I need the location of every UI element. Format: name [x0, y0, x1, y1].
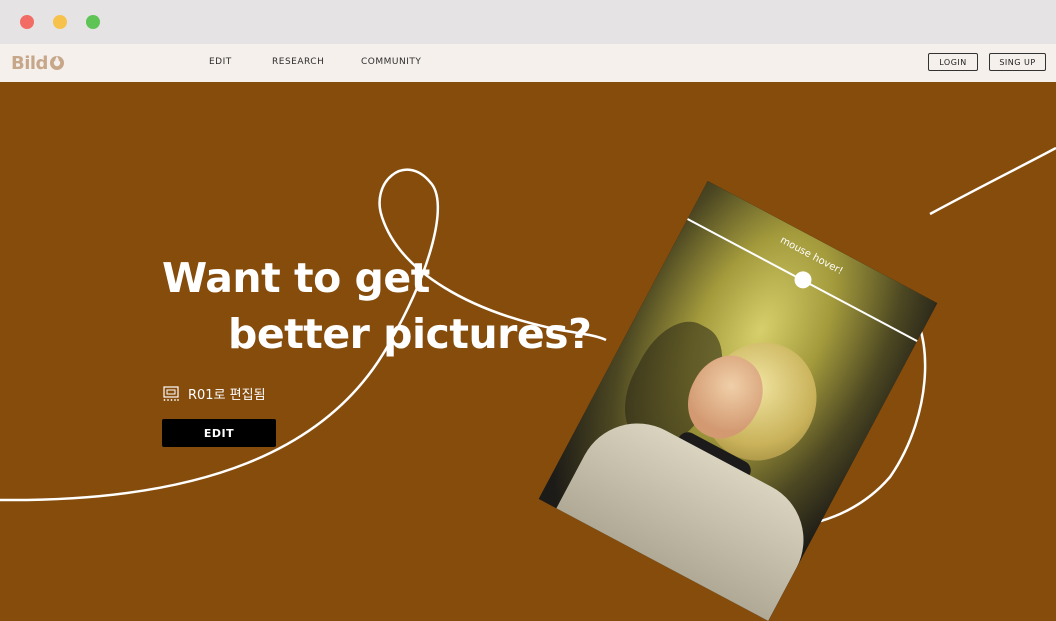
edit-info-text: R01로 편집됨 — [188, 388, 266, 403]
login-button[interactable]: LOGIN — [928, 53, 978, 71]
nav-link-edit[interactable]: EDIT — [209, 57, 232, 67]
hero-title-line1: Want to get — [162, 254, 430, 302]
edit-info: R01로 편집됨 — [162, 384, 266, 403]
maximize-window-button[interactable] — [86, 15, 100, 29]
hero-section: mouse hover! Want to get better pictures… — [0, 82, 1056, 621]
logo[interactable]: Bild — [11, 52, 65, 74]
minimize-window-button[interactable] — [53, 15, 67, 29]
close-window-button[interactable] — [20, 15, 34, 29]
nav-link-research[interactable]: RESEARCH — [272, 57, 324, 67]
edit-cta-button[interactable]: EDIT — [162, 419, 276, 447]
monitor-icon — [163, 385, 179, 401]
window-chrome — [0, 0, 1056, 44]
logo-mark-icon — [49, 56, 64, 70]
logo-text: Bild — [11, 52, 48, 74]
nav-link-community[interactable]: COMMUNITY — [361, 57, 421, 67]
hero-photo: mouse hover! — [538, 181, 938, 621]
navbar: Bild EDIT RESEARCH COMMUNITY LOGIN SING … — [0, 44, 1056, 82]
hero-title: Want to get better pictures? — [162, 250, 592, 362]
signup-button[interactable]: SING UP — [989, 53, 1046, 71]
hero-title-line2: better pictures? — [228, 310, 592, 358]
